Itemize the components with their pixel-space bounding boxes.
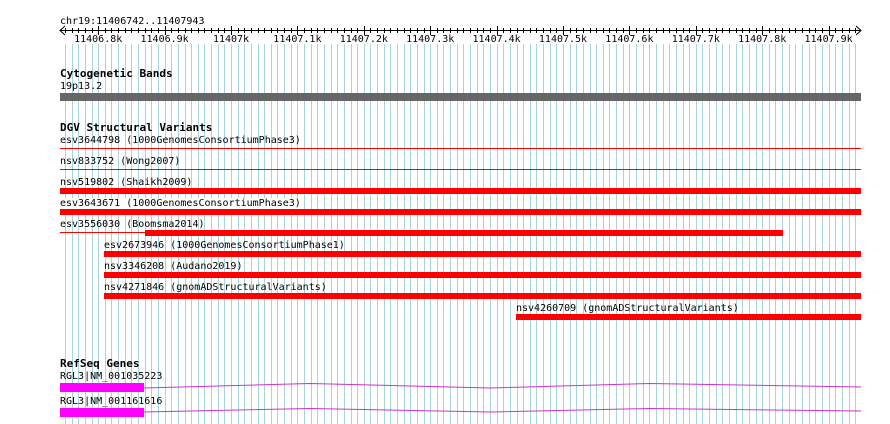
dgv-label-5: esv3556030 (Boomsma2014) [60,219,205,230]
dgv-label-2: nsv833752 (Wong2007) [60,156,181,167]
dgv-feature-5-line[interactable] [60,232,145,233]
dgv-label-6: esv2673946 (1000GenomesConsortiumPhase1) [104,240,345,251]
dgv-feature-7[interactable] [104,272,861,278]
cytoband-bar[interactable] [60,93,861,101]
dgv-feature-2[interactable] [60,169,861,170]
dgv-label-8: nsv4271846 (gnomADStructuralVariants) [104,282,327,293]
dgv-feature-3[interactable] [60,188,861,194]
ruler-tick-label: 11407.7k [671,34,720,45]
dgv-label-4: esv3643671 (1000GenomesConsortiumPhase3) [60,198,303,209]
dgv-feature-6[interactable] [104,251,861,257]
dgv-feature-5[interactable] [145,230,783,236]
ruler-tick-label: 11407.4k [472,34,521,45]
ruler-tick-label: 11406.8k [74,34,123,45]
cytoband-label: 19p13.2 [60,81,103,92]
ruler-tick-label: 11407.2k [339,34,388,45]
ruler-tick-label: 11407.1k [273,34,322,45]
cytoband-track-title: Cytogenetic Bands [60,67,173,80]
ruler-tick-label: 11407.5k [538,34,588,45]
region-label: chr19:11406742..11407943 [60,16,205,27]
ruler-tick-label: 11407.3k [406,34,455,45]
dgv-label-7: nsv3346208 (Audano2019) [104,261,243,272]
dgv-feature-8[interactable] [104,293,861,299]
ruler-tick-label: 11407.8k [738,34,787,45]
refseq-feature-1[interactable] [0,380,890,394]
refseq-feature-2[interactable] [0,405,890,419]
dgv-feature-1[interactable] [60,148,861,149]
dgv-label-1: esv3644798 (1000GenomesConsortiumPhase3) [60,135,301,146]
ruler-tick-label: 11407.6k [605,34,654,45]
dgv-label-9: nsv4260709 (gnomADStructuralVariants) [516,303,739,314]
ruler-tick-label: 11407.9k [804,34,853,45]
genome-browser-panel: chr19:11406742..11407943 11406.8k 11406.9… [0,0,890,424]
dgv-label-3: nsv519802 (Shaikh2009) [60,177,193,188]
dgv-track-title: DGV Structural Variants [60,121,213,134]
dgv-feature-4[interactable] [60,209,861,215]
ruler-tick-label: 11407k [212,34,250,45]
ruler-tick-label: 11406.9k [140,34,189,45]
dgv-feature-9[interactable] [516,314,861,320]
refseq-track-title: RefSeq Genes [60,357,140,370]
